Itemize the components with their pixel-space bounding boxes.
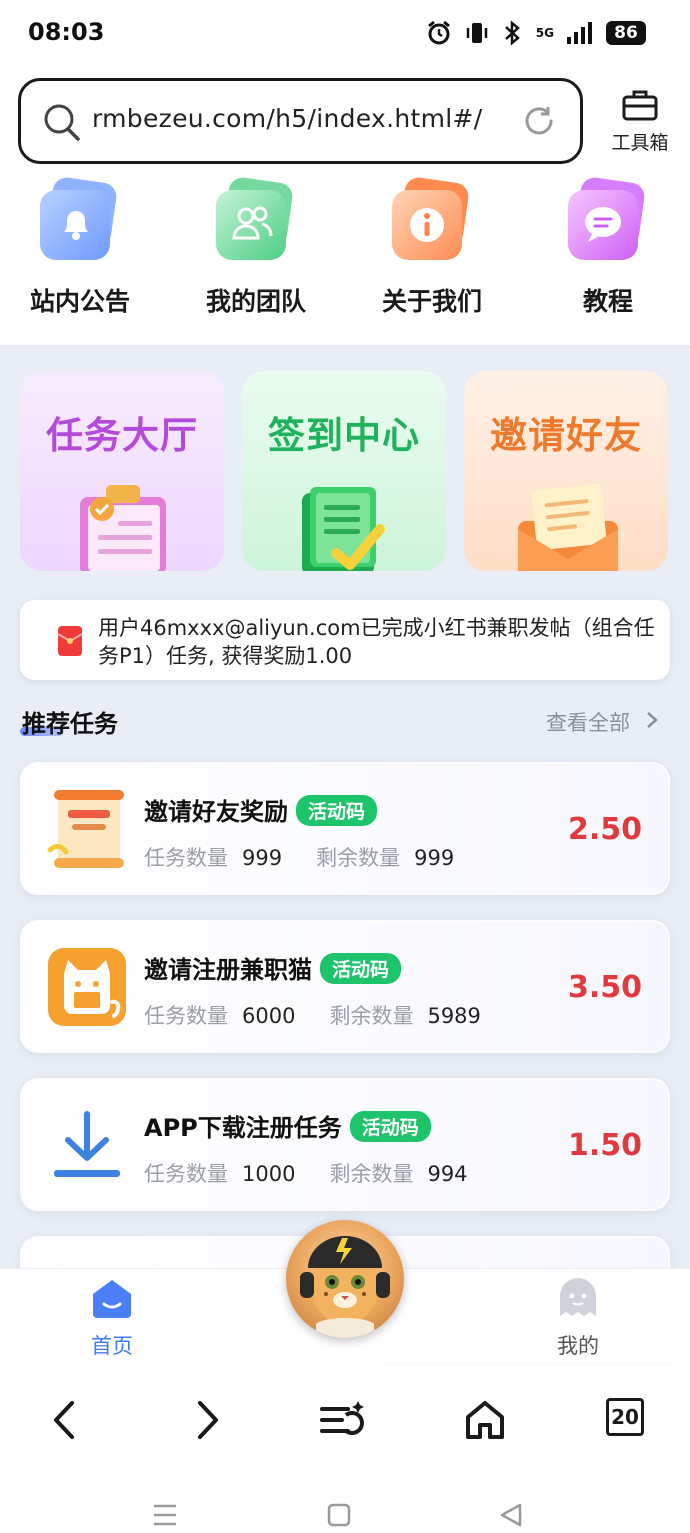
signal-icon xyxy=(567,22,592,44)
alarm-icon xyxy=(427,20,450,45)
task-name-text: APP下载注册任务 xyxy=(144,1114,342,1142)
task-remaining: 999 xyxy=(414,846,455,870)
recents-icon[interactable] xyxy=(150,1500,180,1530)
checklist-icon xyxy=(302,487,385,571)
refresh-icon[interactable] xyxy=(522,104,556,138)
task-hall-card[interactable]: 任务大厅 xyxy=(20,371,224,571)
checkin-center-card[interactable]: 签到中心 xyxy=(242,371,446,571)
chat-icon xyxy=(566,175,650,264)
invite-friends-card[interactable]: 邀请好友 xyxy=(464,371,668,571)
task-count: 1000 xyxy=(242,1162,296,1186)
toolbox-button[interactable]: 工具箱 xyxy=(604,88,676,155)
activity-code-badge: 活动码 xyxy=(320,953,402,984)
activity-code-badge: 活动码 xyxy=(296,795,378,826)
remain-label: 剩余数量 xyxy=(316,846,401,870)
system-home-icon[interactable] xyxy=(324,1500,354,1530)
menu-icon[interactable] xyxy=(318,1395,368,1445)
tabs-icon[interactable]: 20 xyxy=(606,1398,644,1436)
quick-nav-announcements[interactable]: 站内公告 xyxy=(0,175,160,318)
task-count: 999 xyxy=(242,846,283,870)
status-icons: 5G 86 xyxy=(426,20,646,46)
tab-mine[interactable]: 我的 xyxy=(518,1268,638,1360)
vibrate-icon xyxy=(466,23,488,43)
card-title: 邀请好友 xyxy=(490,414,642,457)
envelope-icon xyxy=(518,483,618,571)
task-name-text: 邀请好友奖励 xyxy=(144,798,288,826)
system-back-icon[interactable] xyxy=(496,1500,526,1530)
card-title: 任务大厅 xyxy=(46,414,198,457)
home-icon[interactable] xyxy=(460,1395,510,1445)
task-remaining: 5989 xyxy=(427,1004,481,1028)
task-count: 6000 xyxy=(242,1004,296,1028)
tab-mine-label: 我的 xyxy=(557,1334,599,1358)
ghost-profile-icon xyxy=(560,1278,596,1316)
quick-nav-label: 我的团队 xyxy=(205,287,306,316)
bell-icon xyxy=(38,175,122,264)
info-icon xyxy=(390,175,474,264)
task-name: 邀请注册兼职猫 活动码 xyxy=(144,950,402,985)
back-icon[interactable] xyxy=(40,1395,90,1445)
task-meta: 任务数量 999 剩余数量 999 xyxy=(144,842,488,872)
quick-nav-tutorial[interactable]: 教程 xyxy=(528,175,688,318)
view-all-label: 查看全部 xyxy=(546,711,630,735)
search-icon xyxy=(44,104,80,141)
clipboard-icon xyxy=(80,485,166,571)
view-all-link[interactable]: 查看全部 xyxy=(546,707,659,737)
status-bar: 08:03 5G 86 xyxy=(0,0,690,70)
task-price: 2.50 xyxy=(567,812,642,847)
task-name-text: 邀请注册兼职猫 xyxy=(144,956,312,984)
task-name: APP下载注册任务 活动码 xyxy=(144,1108,431,1143)
tab-home-label: 首页 xyxy=(91,1334,133,1358)
toolbox-label: 工具箱 xyxy=(611,132,669,154)
task-meta: 任务数量 6000 剩余数量 5989 xyxy=(144,1000,515,1030)
quick-nav-about[interactable]: 关于我们 xyxy=(352,175,512,318)
count-label: 任务数量 xyxy=(144,1004,228,1028)
tab-home[interactable]: 首页 xyxy=(52,1268,172,1360)
forward-icon[interactable] xyxy=(182,1395,232,1445)
bluetooth-icon xyxy=(504,20,520,46)
quick-nav-label: 关于我们 xyxy=(381,287,482,316)
network-type: 5G xyxy=(535,26,554,40)
task-price: 3.50 xyxy=(567,970,642,1005)
remain-label: 剩余数量 xyxy=(329,1004,414,1028)
status-time: 08:03 xyxy=(28,18,105,46)
task-price: 1.50 xyxy=(567,1128,642,1163)
chevron-right-icon xyxy=(645,710,659,735)
count-label: 任务数量 xyxy=(144,846,228,870)
url-text[interactable]: rmbezeu.com/h5/index.html#/ xyxy=(92,104,483,133)
invite-scroll-icon xyxy=(47,790,124,868)
quick-nav-label: 教程 xyxy=(582,287,633,316)
notice-text: 用户46mxxx@aliyun.com已完成小红书兼职发帖（组合任务P1）任务,… xyxy=(98,616,655,668)
task-name: 邀请好友奖励 活动码 xyxy=(144,792,378,827)
section-title: 推荐任务 xyxy=(22,710,118,738)
task-remaining: 994 xyxy=(427,1162,468,1186)
home-tab-icon xyxy=(93,1280,131,1318)
task-card[interactable]: 邀请好友奖励 活动码 任务数量 999 剩余数量 999 2.50 xyxy=(20,762,670,895)
team-icon xyxy=(214,175,298,264)
card-title: 签到中心 xyxy=(268,414,420,457)
battery-icon: 86 xyxy=(606,21,646,45)
remain-label: 剩余数量 xyxy=(329,1162,414,1186)
quick-nav-label: 站内公告 xyxy=(29,287,130,316)
download-icon xyxy=(54,1111,120,1177)
quick-nav-team[interactable]: 我的团队 xyxy=(176,175,336,318)
count-label: 任务数量 xyxy=(144,1162,228,1186)
avatar[interactable] xyxy=(286,1220,404,1338)
quick-nav: 站内公告 我的团队 关于我们 教程 xyxy=(0,175,690,345)
cat-app-icon xyxy=(48,948,126,1026)
task-meta: 任务数量 1000 剩余数量 994 xyxy=(144,1158,502,1188)
red-envelope-icon xyxy=(57,626,83,656)
briefcase-icon xyxy=(622,90,658,121)
activity-code-badge: 活动码 xyxy=(349,1111,431,1142)
task-card[interactable]: APP下载注册任务 活动码 任务数量 1000 剩余数量 994 1.50 xyxy=(20,1078,670,1211)
task-card[interactable]: 邀请注册兼职猫 活动码 任务数量 6000 剩余数量 5989 3.50 xyxy=(20,920,670,1053)
